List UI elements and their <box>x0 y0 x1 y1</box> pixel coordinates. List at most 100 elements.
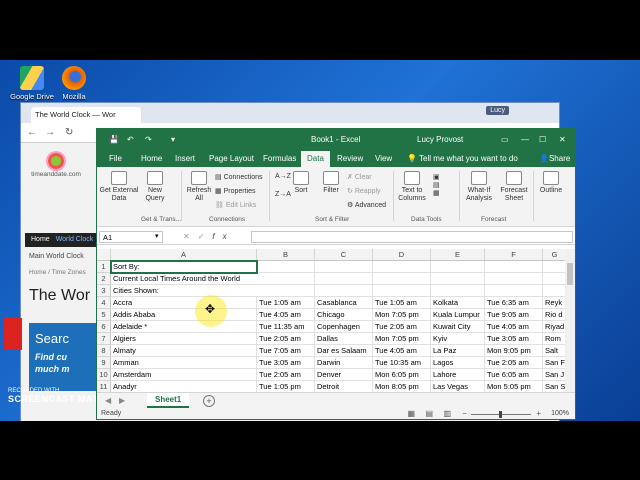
cell-b7[interactable]: Tue 2:05 am <box>257 333 315 345</box>
row-header[interactable]: 11 <box>97 381 111 392</box>
new-query-button[interactable]: New Query <box>141 171 169 203</box>
filter-button[interactable]: Filter <box>319 171 343 195</box>
ribbon-options-icon[interactable]: ▭ <box>501 135 509 144</box>
forward-icon[interactable]: → <box>45 127 55 138</box>
cell-f1[interactable] <box>485 261 543 273</box>
row-header[interactable]: 5 <box>97 309 111 321</box>
cell-e7[interactable]: Kyiv <box>431 333 485 345</box>
get-external-data-button[interactable]: Get External Data <box>99 171 139 203</box>
clear-button[interactable]: ✗ Clear <box>347 173 372 181</box>
cell-b2[interactable] <box>257 273 315 285</box>
outline-button[interactable]: Outline <box>535 171 567 195</box>
profile-badge[interactable]: Lucy <box>486 106 509 115</box>
row-header[interactable]: 8 <box>97 345 111 357</box>
site-logo[interactable]: timeanddate.com <box>29 151 83 189</box>
row-header[interactable]: 9 <box>97 357 111 369</box>
cell-a6[interactable]: Adelaide * <box>111 321 257 333</box>
save-icon[interactable]: 💾 <box>109 135 119 144</box>
cell-f2[interactable] <box>485 273 543 285</box>
cell-c3[interactable] <box>315 285 373 297</box>
select-all-corner[interactable] <box>97 249 111 261</box>
column-header-c[interactable]: C <box>315 249 373 261</box>
cell-c9[interactable]: Darwin <box>315 357 373 369</box>
cell-b11[interactable]: Tue 1:05 pm <box>257 381 315 392</box>
row-header[interactable]: 10 <box>97 369 111 381</box>
connections-button[interactable]: ▤ Connections <box>215 173 263 181</box>
browser-tab[interactable]: The World Clock — Wor <box>31 107 141 123</box>
cell-c2[interactable] <box>315 273 373 285</box>
cell-f5[interactable]: Tue 9:05 am <box>485 309 543 321</box>
restore-icon[interactable]: ☐ <box>539 135 546 144</box>
tab-view[interactable]: View <box>375 154 392 163</box>
cell-c10[interactable]: Denver <box>315 369 373 381</box>
sort-za-button[interactable]: Z→A <box>275 191 291 198</box>
row-header[interactable]: 7 <box>97 333 111 345</box>
cell-e11[interactable]: Las Vegas <box>431 381 485 392</box>
cell-f6[interactable]: Tue 4:05 am <box>485 321 543 333</box>
cell-b9[interactable]: Tue 3:05 am <box>257 357 315 369</box>
cell-d3[interactable] <box>373 285 431 297</box>
tab-data[interactable]: Data <box>301 151 330 167</box>
cell-g9[interactable]: San F <box>543 357 567 369</box>
cell-g8[interactable]: Salt <box>543 345 567 357</box>
cell-d6[interactable]: Tue 2:05 am <box>373 321 431 333</box>
cell-d11[interactable]: Mon 8:05 pm <box>373 381 431 392</box>
cell-d4[interactable]: Tue 1:05 am <box>373 297 431 309</box>
page-break-view-icon[interactable]: ▥ <box>443 409 451 418</box>
cell-f8[interactable]: Mon 9:05 pm <box>485 345 543 357</box>
reapply-button[interactable]: ↻ Reapply <box>347 187 381 195</box>
column-header-d[interactable]: D <box>373 249 431 261</box>
cell-g11[interactable]: San S <box>543 381 567 392</box>
enter-icon[interactable]: ✓ <box>198 232 213 241</box>
next-sheet-icon[interactable]: ▶ <box>119 396 125 405</box>
cell-c4[interactable]: Casablanca <box>315 297 373 309</box>
tab-insert[interactable]: Insert <box>175 154 195 163</box>
sort-az-button[interactable]: A→Z <box>275 173 291 180</box>
cell-f11[interactable]: Mon 5:05 pm <box>485 381 543 392</box>
forecast-sheet-button[interactable]: Forecast Sheet <box>499 171 529 203</box>
properties-button[interactable]: ▦ Properties <box>215 187 255 195</box>
cell-g7[interactable]: Rom <box>543 333 567 345</box>
refresh-all-button[interactable]: Refresh All <box>185 171 213 203</box>
cell-e2[interactable] <box>431 273 485 285</box>
site-nav-world-clock[interactable]: World Clock <box>56 236 94 243</box>
cell-a10[interactable]: Amsterdam <box>111 369 257 381</box>
cell-c8[interactable]: Dar es Salaam <box>315 345 373 357</box>
row-header[interactable]: 2 <box>97 273 111 285</box>
namebox-dropdown-icon[interactable]: ▾ <box>155 232 159 240</box>
cell-e8[interactable]: La Paz <box>431 345 485 357</box>
what-if-analysis-button[interactable]: What-If Analysis <box>461 171 497 203</box>
zoom-slider[interactable] <box>471 411 531 418</box>
tell-me-box[interactable]: 💡 Tell me what you want to do <box>407 154 518 163</box>
zoom-out-icon[interactable]: − <box>462 409 467 418</box>
cell-f10[interactable]: Tue 6:05 am <box>485 369 543 381</box>
cell-d9[interactable]: Tue 10:35 am <box>373 357 431 369</box>
cell-a7[interactable]: Algiers <box>111 333 257 345</box>
cell-a4[interactable]: Accra <box>111 297 257 309</box>
zoom-level[interactable]: 100% <box>551 410 569 417</box>
data-tools-icons[interactable]: ▣ ▤ ▦ <box>433 173 440 197</box>
cell-d2[interactable] <box>373 273 431 285</box>
fx-icon[interactable]: fx <box>212 232 234 241</box>
advanced-button[interactable]: ⚙ Advanced <box>347 201 386 209</box>
row-header[interactable]: 1 <box>97 261 111 273</box>
cell-e9[interactable]: Lagos <box>431 357 485 369</box>
cell-b3[interactable] <box>257 285 315 297</box>
cell-f7[interactable]: Tue 3:05 am <box>485 333 543 345</box>
cell-b4[interactable]: Tue 1:05 am <box>257 297 315 309</box>
column-header-g[interactable]: G <box>543 249 567 261</box>
undo-icon[interactable]: ↶ <box>127 135 134 144</box>
cell-c1[interactable] <box>315 261 373 273</box>
cell-d7[interactable]: Mon 7:05 pm <box>373 333 431 345</box>
sort-button[interactable]: Sort <box>291 171 311 195</box>
cell-d5[interactable]: Mon 7:05 pm <box>373 309 431 321</box>
cell-b6[interactable]: Tue 11:35 am <box>257 321 315 333</box>
customize-qat-icon[interactable]: ▾ <box>171 135 175 144</box>
cell-a5[interactable]: Addis Ababa <box>111 309 257 321</box>
prev-sheet-icon[interactable]: ◀ <box>105 396 111 405</box>
cell-a9[interactable]: Amman <box>111 357 257 369</box>
sheet-tab-sheet1[interactable]: Sheet1 <box>147 393 190 408</box>
scroll-thumb[interactable] <box>567 263 573 285</box>
add-sheet-icon[interactable]: + <box>203 395 215 407</box>
page-layout-view-icon[interactable]: ▤ <box>425 409 433 418</box>
